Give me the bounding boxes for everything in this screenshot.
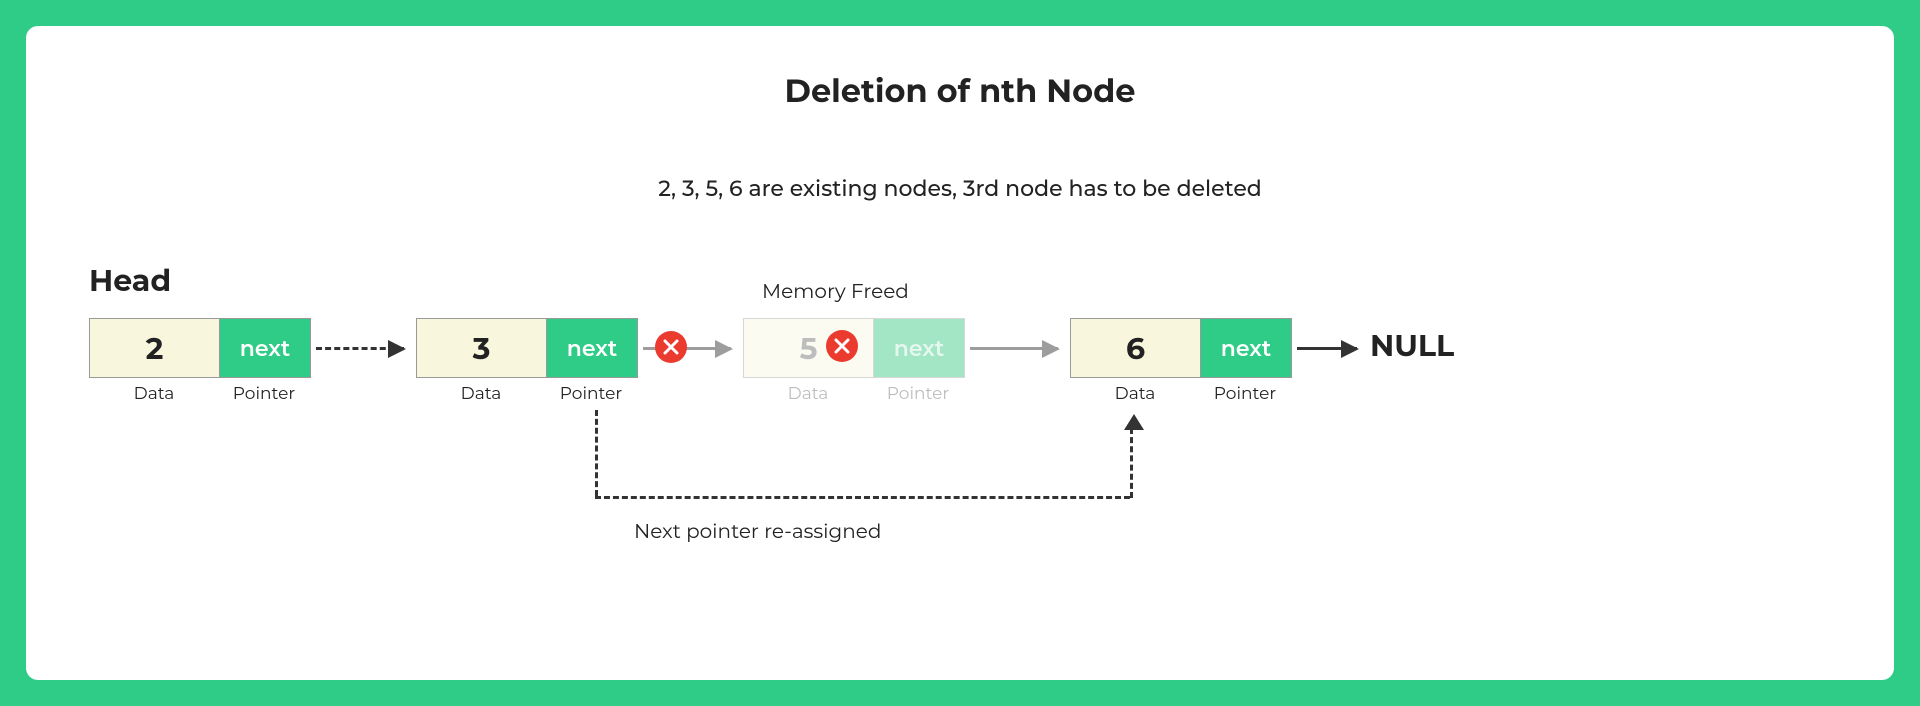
node-5-data-label: Data (743, 384, 873, 404)
arrowhead-up-icon (1124, 414, 1144, 430)
node-2-data-label: Data (89, 384, 219, 404)
delete-node-icon (826, 330, 858, 362)
node-6-data: 6 (1071, 319, 1201, 377)
arrow-6-to-null (1297, 347, 1357, 350)
node-2-pointer-label: Pointer (219, 384, 309, 404)
node-3-pointer-label: Pointer (546, 384, 636, 404)
arrowhead-icon (1042, 340, 1060, 358)
head-label: Head (89, 262, 171, 299)
diagram-card: Deletion of nth Node 2, 3, 5, 6 are exis… (26, 26, 1894, 680)
arrowhead-icon (1341, 340, 1359, 358)
node-3-data-label: Data (416, 384, 546, 404)
arrow-2-to-3 (316, 347, 404, 350)
node-6: 6 next (1070, 318, 1292, 378)
node-3: 3 next (416, 318, 638, 378)
diagram-subtitle: 2, 3, 5, 6 are existing nodes, 3rd node … (26, 175, 1894, 202)
node-2-next: next (220, 319, 310, 377)
node-2: 2 next (89, 318, 311, 378)
arrowhead-icon (388, 340, 406, 358)
node-6-data-label: Data (1070, 384, 1200, 404)
node-3-sublabels: Data Pointer (416, 384, 636, 404)
node-5-sublabels: Data Pointer (743, 384, 963, 404)
diagram-title: Deletion of nth Node (26, 26, 1894, 111)
x-icon (834, 338, 850, 354)
null-label: NULL (1370, 327, 1454, 364)
node-6-pointer-label: Pointer (1200, 384, 1290, 404)
reassign-path-down (595, 410, 598, 496)
node-2-data: 2 (90, 319, 220, 377)
reassign-path-up (1130, 428, 1133, 498)
node-2-sublabels: Data Pointer (89, 384, 309, 404)
cancel-link-icon (655, 331, 687, 363)
node-6-next: next (1201, 319, 1291, 377)
arrow-5-to-6 (970, 347, 1058, 350)
node-6-sublabels: Data Pointer (1070, 384, 1290, 404)
reassigned-label: Next pointer re-assigned (634, 520, 881, 544)
x-icon (663, 339, 679, 355)
node-3-next: next (547, 319, 637, 377)
arrowhead-icon (715, 340, 733, 358)
node-5-pointer-label: Pointer (873, 384, 963, 404)
node-3-data: 3 (417, 319, 547, 377)
memory-freed-label: Memory Freed (762, 280, 909, 304)
reassign-path-across (595, 496, 1130, 499)
node-5-next: next (874, 319, 964, 377)
